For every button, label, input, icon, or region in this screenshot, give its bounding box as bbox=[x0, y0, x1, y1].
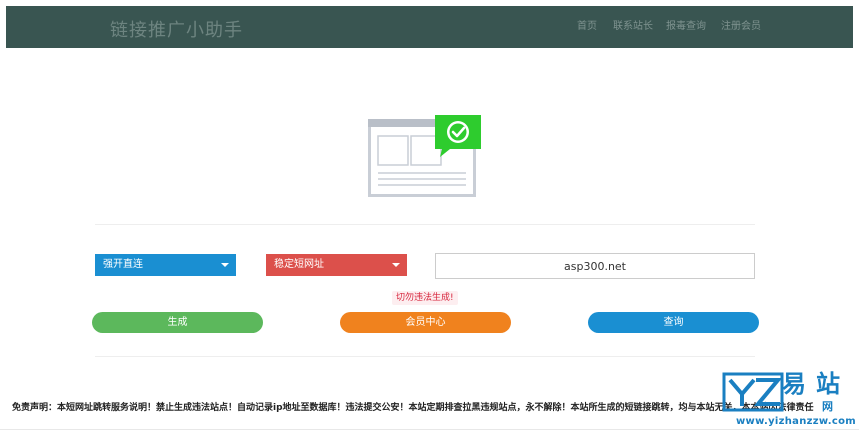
warning-label: 切勿违法生成! bbox=[392, 291, 458, 305]
footer-line bbox=[0, 429, 859, 430]
url-input[interactable] bbox=[435, 253, 755, 279]
divider-top bbox=[95, 224, 755, 225]
member-center-button[interactable]: 会员中心 bbox=[340, 312, 511, 333]
site-brand[interactable]: 链接推广小助手 bbox=[110, 16, 243, 42]
query-button[interactable]: 查询 bbox=[588, 312, 759, 333]
nav-home[interactable]: 首页 bbox=[577, 17, 597, 32]
nav-virus-check[interactable]: 报毒查询 bbox=[666, 17, 706, 32]
mode-select-value: 强开直连 bbox=[103, 259, 143, 270]
chevron-down-icon bbox=[392, 263, 400, 267]
chevron-down-icon bbox=[221, 263, 229, 267]
top-navbar: 链接推广小助手 首页 联系站长 报毒查询 注册会员 bbox=[6, 6, 853, 48]
yz-logo-icon bbox=[722, 372, 784, 412]
webpage-check-icon bbox=[368, 115, 481, 197]
shortlink-type-select[interactable]: 稳定短网址 bbox=[266, 254, 407, 276]
watermark-logo: 易站 网 www.yizhanzzw.com bbox=[722, 364, 859, 432]
nav-register[interactable]: 注册会员 bbox=[721, 17, 761, 32]
watermark-net: 网 bbox=[822, 400, 833, 413]
mode-select[interactable]: 强开直连 bbox=[95, 254, 236, 276]
type-select-value: 稳定短网址 bbox=[274, 259, 324, 270]
generate-button[interactable]: 生成 bbox=[92, 312, 263, 333]
divider-bottom bbox=[95, 356, 755, 357]
nav-contact[interactable]: 联系站长 bbox=[613, 17, 653, 32]
watermark-title: 易站 bbox=[782, 370, 850, 398]
watermark-url: www.yizhanzzw.com bbox=[736, 416, 856, 427]
